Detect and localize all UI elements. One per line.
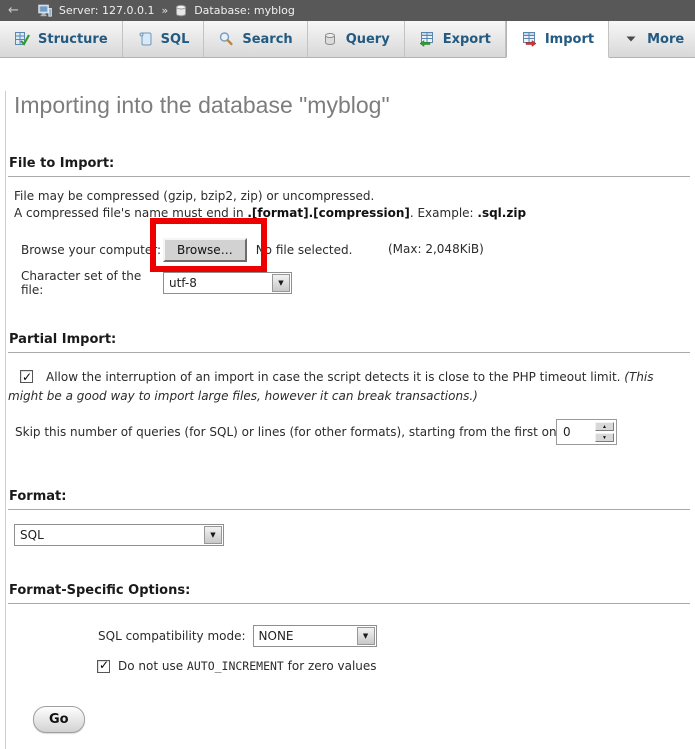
browse-label: Browse your computer: [21,243,163,257]
chevron-down-icon[interactable]: ▼ [204,526,222,544]
breadcrumb-database-link[interactable]: Database: myblog [194,4,295,17]
compression-help-text: File may be compressed (gzip, bzip2, zip… [14,188,693,222]
auto-increment-checkbox[interactable]: ✓ [97,660,110,673]
section-title-file-to-import: File to Import: [8,156,690,177]
query-icon [322,31,338,47]
tab-label: SQL [161,32,190,47]
tab-search[interactable]: Search [204,21,307,57]
tab-label: Structure [38,32,108,47]
tab-label: Search [242,32,292,47]
charset-selected-value: utf-8 [169,276,197,290]
chevron-down-icon[interactable]: ▼ [357,627,375,645]
search-icon [218,31,234,47]
host-icon [38,4,52,18]
skip-queries-input-wrap: ▲ ▼ [556,419,617,445]
tab-structure[interactable]: Structure [0,21,123,57]
database-icon [175,4,187,17]
section-title-format-specific: Format-Specific Options: [8,583,690,604]
go-button[interactable]: Go [33,706,85,733]
charset-row: Character set of the file: utf-8 ▼ [8,272,693,294]
tab-bar: Structure SQL Search Query [0,21,695,58]
tab-label: Query [346,32,390,47]
breadcrumb-separator: » [161,4,168,17]
page-title: Importing into the database "myblog" [14,91,693,119]
section-title-format: Format: [8,489,690,510]
chevron-down-icon [623,31,639,47]
allow-interrupt-label: Allow the interruption of an import in c… [46,370,624,384]
charset-label: Character set of the file: [21,269,163,297]
no-file-selected-text: No file selected. [256,243,353,257]
tab-import[interactable]: Import [506,21,609,58]
skip-queries-label: Skip this number of queries (for SQL) or… [15,425,568,439]
skip-queries-input[interactable] [559,422,595,442]
structure-icon [14,31,30,47]
allow-interrupt-row: ✓ Allow the interruption of an import in … [8,368,687,406]
chevron-down-icon[interactable]: ▼ [272,274,290,292]
file-upload-row: Browse your computer: Browse… No file se… [8,237,693,263]
back-arrow-icon[interactable]: ← [8,3,19,18]
spinner-buttons: ▲ ▼ [595,422,614,442]
auto-increment-row: ✓ Do not use AUTO_INCREMENT for zero val… [8,659,693,673]
sql-icon [137,31,153,47]
tab-query[interactable]: Query [308,21,405,57]
submit-row: Go [8,706,693,733]
skip-queries-row: Skip this number of queries (for SQL) or… [8,419,693,446]
charset-select[interactable]: utf-8 ▼ [163,272,292,294]
import-icon [521,31,537,47]
section-title-partial-import: Partial Import: [8,332,690,353]
sql-compat-row: SQL compatibility mode: NONE ▼ [8,625,693,647]
tab-export[interactable]: Export [405,21,506,57]
spinner-up-button[interactable]: ▲ [595,422,614,431]
allow-interrupt-checkbox[interactable]: ✓ [20,370,33,383]
spinner-down-button[interactable]: ▼ [595,433,614,442]
breadcrumb-server-link[interactable]: Server: 127.0.0.1 [59,4,155,17]
sql-compat-label: SQL compatibility mode: [98,629,246,643]
breadcrumb: ← Server: 127.0.0.1 » Database: myblog [0,0,695,21]
max-upload-size: (Max: 2,048KiB) [388,242,484,256]
auto-increment-label: Do not use AUTO_INCREMENT for zero value… [118,659,377,673]
tab-label: More [647,32,684,47]
tab-label: Import [545,32,594,47]
checkmark-icon: ✓ [99,658,109,672]
format-select[interactable]: SQL ▼ [14,524,224,546]
sql-compat-select[interactable]: NONE ▼ [253,625,377,647]
tab-label: Export [443,32,491,47]
browse-button[interactable]: Browse… [163,238,247,262]
tab-more[interactable]: More [609,21,695,57]
tab-sql[interactable]: SQL [123,21,205,57]
format-selected-value: SQL [20,528,44,542]
main-content: Importing into the database "myblog" Fil… [5,91,695,749]
export-icon [419,31,435,47]
sql-compat-selected-value: NONE [259,629,294,643]
checkmark-icon: ✓ [22,368,32,387]
